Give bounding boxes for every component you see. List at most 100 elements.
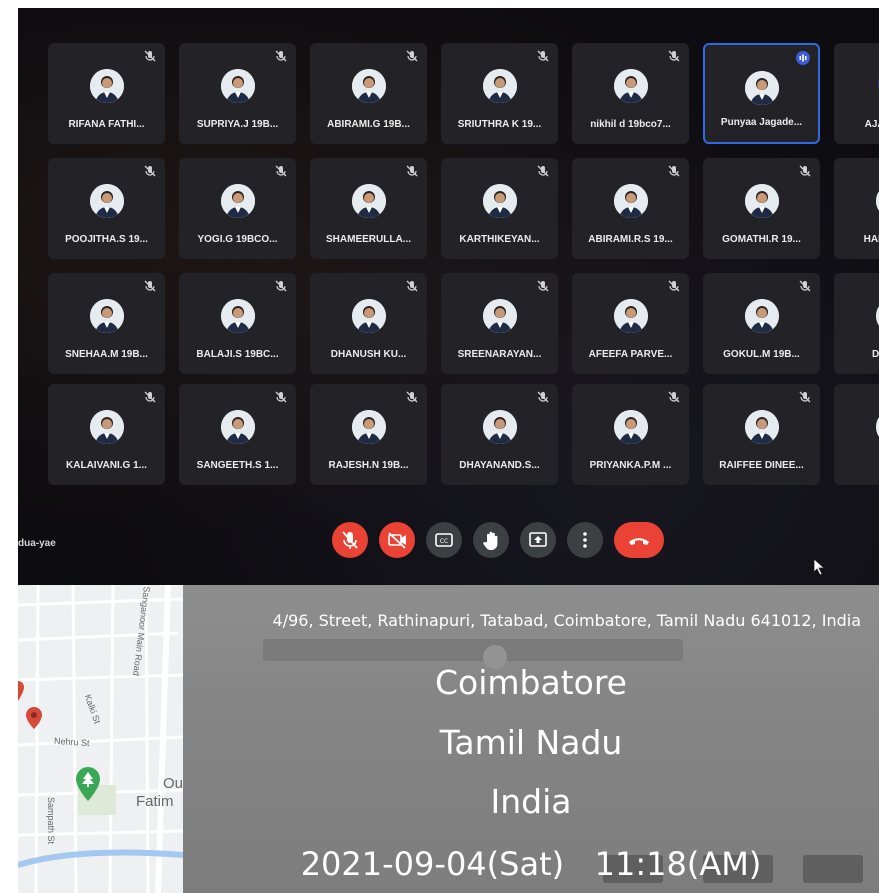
mic-muted-icon	[536, 390, 550, 404]
map-pin-icon[interactable]	[26, 707, 42, 729]
avatar	[613, 299, 648, 333]
mic-muted-icon	[667, 390, 681, 404]
participant-name: nikhil d 19bco7...	[590, 119, 671, 130]
participant-tile[interactable]: POOJITHA.S 19...	[48, 158, 165, 259]
avatar	[351, 410, 386, 444]
participant-tile[interactable]: ABIRAMI.G 19B...	[310, 43, 427, 144]
avatar	[482, 299, 517, 333]
more-icon	[583, 532, 587, 548]
end-call-icon	[629, 538, 649, 545]
avatar	[875, 184, 879, 218]
participant-tile[interactable]: RIFANA FATHI...	[48, 43, 165, 144]
end-call-button[interactable]	[614, 522, 664, 558]
avatar	[351, 184, 386, 218]
avatar	[744, 184, 779, 218]
park-marker-icon[interactable]	[76, 767, 100, 803]
participant-tile[interactable]: SREENARAYAN...	[441, 273, 558, 374]
participant-tile[interactable]: KALAIVANI.G 1...	[48, 384, 165, 485]
participant-tile[interactable]: PRIYANKA.P.M ...	[572, 384, 689, 485]
geotag-overlay: 4/96, Street, Rathinapuri, Tatabad, Coim…	[183, 585, 879, 893]
avatar	[613, 69, 648, 103]
avatar	[482, 410, 517, 444]
geotag-address: 4/96, Street, Rathinapuri, Tatabad, Coim…	[272, 611, 861, 630]
participant-tile[interactable]: GOKUL.M 19B...	[703, 273, 820, 374]
participant-name: SRIUTHRA K 19...	[457, 119, 542, 130]
mic-muted-icon	[274, 49, 288, 63]
geotag-datetime: 2021-09-04(Sat) 11:18(AM)	[300, 845, 762, 883]
participant-name: GOMATHI.R 19...	[722, 234, 801, 245]
camera-toggle-button[interactable]	[379, 522, 415, 558]
participant-name: AJAY.R 19B	[864, 119, 879, 130]
more-options-button[interactable]	[567, 522, 603, 558]
participant-tile[interactable]: DHANUSH KU...	[310, 273, 427, 374]
speaking-icon	[796, 51, 810, 65]
participant-name: 48 o	[838, 460, 879, 471]
mic-off-icon	[342, 531, 358, 549]
participant-name: ABIRAMI.G 19B...	[327, 119, 410, 130]
participant-tile[interactable]: AFEEFA PARVE...	[572, 273, 689, 374]
participant-tile[interactable]: 48 o	[834, 384, 879, 485]
avatar	[220, 184, 255, 218]
map-label-sampath: Sampath St	[46, 797, 56, 845]
participant-tile[interactable]: SHAMEERULLA...	[310, 158, 427, 259]
mic-toggle-button[interactable]	[332, 522, 368, 558]
mic-muted-icon	[274, 390, 288, 404]
mic-muted-icon	[667, 49, 681, 63]
mic-muted-icon	[798, 390, 812, 404]
mic-muted-icon	[405, 279, 419, 293]
participant-name: SHAMEERULLA...	[326, 234, 411, 245]
avatar	[89, 184, 124, 218]
laptop-hinge	[263, 639, 683, 661]
present-button[interactable]	[520, 522, 556, 558]
participant-tile[interactable]: SUPRIYA.J 19B...	[179, 43, 296, 144]
avatar	[482, 69, 517, 103]
participant-tile[interactable]: HARINI S 19	[834, 158, 879, 259]
participant-name: ABIRAMI.R.S 19...	[588, 234, 673, 245]
avatar	[220, 410, 255, 444]
participant-name: PRIYANKA.P.M ...	[589, 460, 672, 471]
participant-tile[interactable]: AAJAY.R 19B	[834, 43, 879, 144]
mic-muted-icon	[798, 164, 812, 178]
participant-tile[interactable]: RAIFFEE DINEE...	[703, 384, 820, 485]
svg-text:CC: CC	[440, 538, 448, 545]
raise-hand-icon	[483, 531, 498, 550]
mic-muted-icon	[667, 164, 681, 178]
participant-tile[interactable]: RAJESH.N 19B...	[310, 384, 427, 485]
avatar	[220, 69, 255, 103]
participant-tile[interactable]: BALAJI.S 19BC...	[179, 273, 296, 374]
participant-name: GOKUL.M 19B...	[723, 349, 800, 360]
participant-tile[interactable]: SANGEETH.S 1...	[179, 384, 296, 485]
participant-tile[interactable]: KARTHIKEYAN...	[441, 158, 558, 259]
map-label-place-prefix: Ou	[163, 775, 183, 792]
participant-tile[interactable]: SRIUTHRA K 19...	[441, 43, 558, 144]
meeting-code: dua-yae	[18, 538, 56, 549]
participant-tile[interactable]: ABIRAMI.R.S 19...	[572, 158, 689, 259]
mic-muted-icon	[274, 279, 288, 293]
participant-tile[interactable]: DHAYANAND.S...	[441, 384, 558, 485]
avatar	[351, 69, 386, 103]
participant-name: SUPRIYA.J 19B...	[196, 119, 279, 130]
captions-button[interactable]: CC	[426, 522, 462, 558]
map-label-place: Fatim	[136, 793, 174, 810]
mic-muted-icon	[405, 49, 419, 63]
participant-name: RIFANA FATHI...	[68, 119, 145, 130]
raise-hand-button[interactable]	[473, 522, 509, 558]
mic-muted-icon	[536, 164, 550, 178]
mic-muted-icon	[798, 279, 812, 293]
avatar	[875, 410, 879, 444]
mic-muted-icon	[143, 164, 157, 178]
participant-name: DEEPAK	[872, 349, 879, 360]
participant-tile[interactable]: YOGI.G 19BCO...	[179, 158, 296, 259]
participant-tile[interactable]: GOMATHI.R 19...	[703, 158, 820, 259]
participant-tile[interactable]: Punyaa Jagade...	[703, 43, 820, 144]
participant-name: Punyaa Jagade...	[720, 117, 803, 128]
mic-muted-icon	[667, 279, 681, 293]
mic-muted-icon	[405, 164, 419, 178]
participant-name: SNEHAA.M 19B...	[65, 349, 148, 360]
present-icon	[529, 532, 547, 547]
video-call-screen: RIFANA FATHI... SUPRIYA.J 19B... ABIRAMI.G…	[18, 8, 879, 586]
participant-tile[interactable]: nikhil d 19bco7...	[572, 43, 689, 144]
participant-tile[interactable]: DEEPAK	[834, 273, 879, 374]
map-pin-icon-partial[interactable]	[18, 681, 24, 701]
participant-tile[interactable]: SNEHAA.M 19B...	[48, 273, 165, 374]
